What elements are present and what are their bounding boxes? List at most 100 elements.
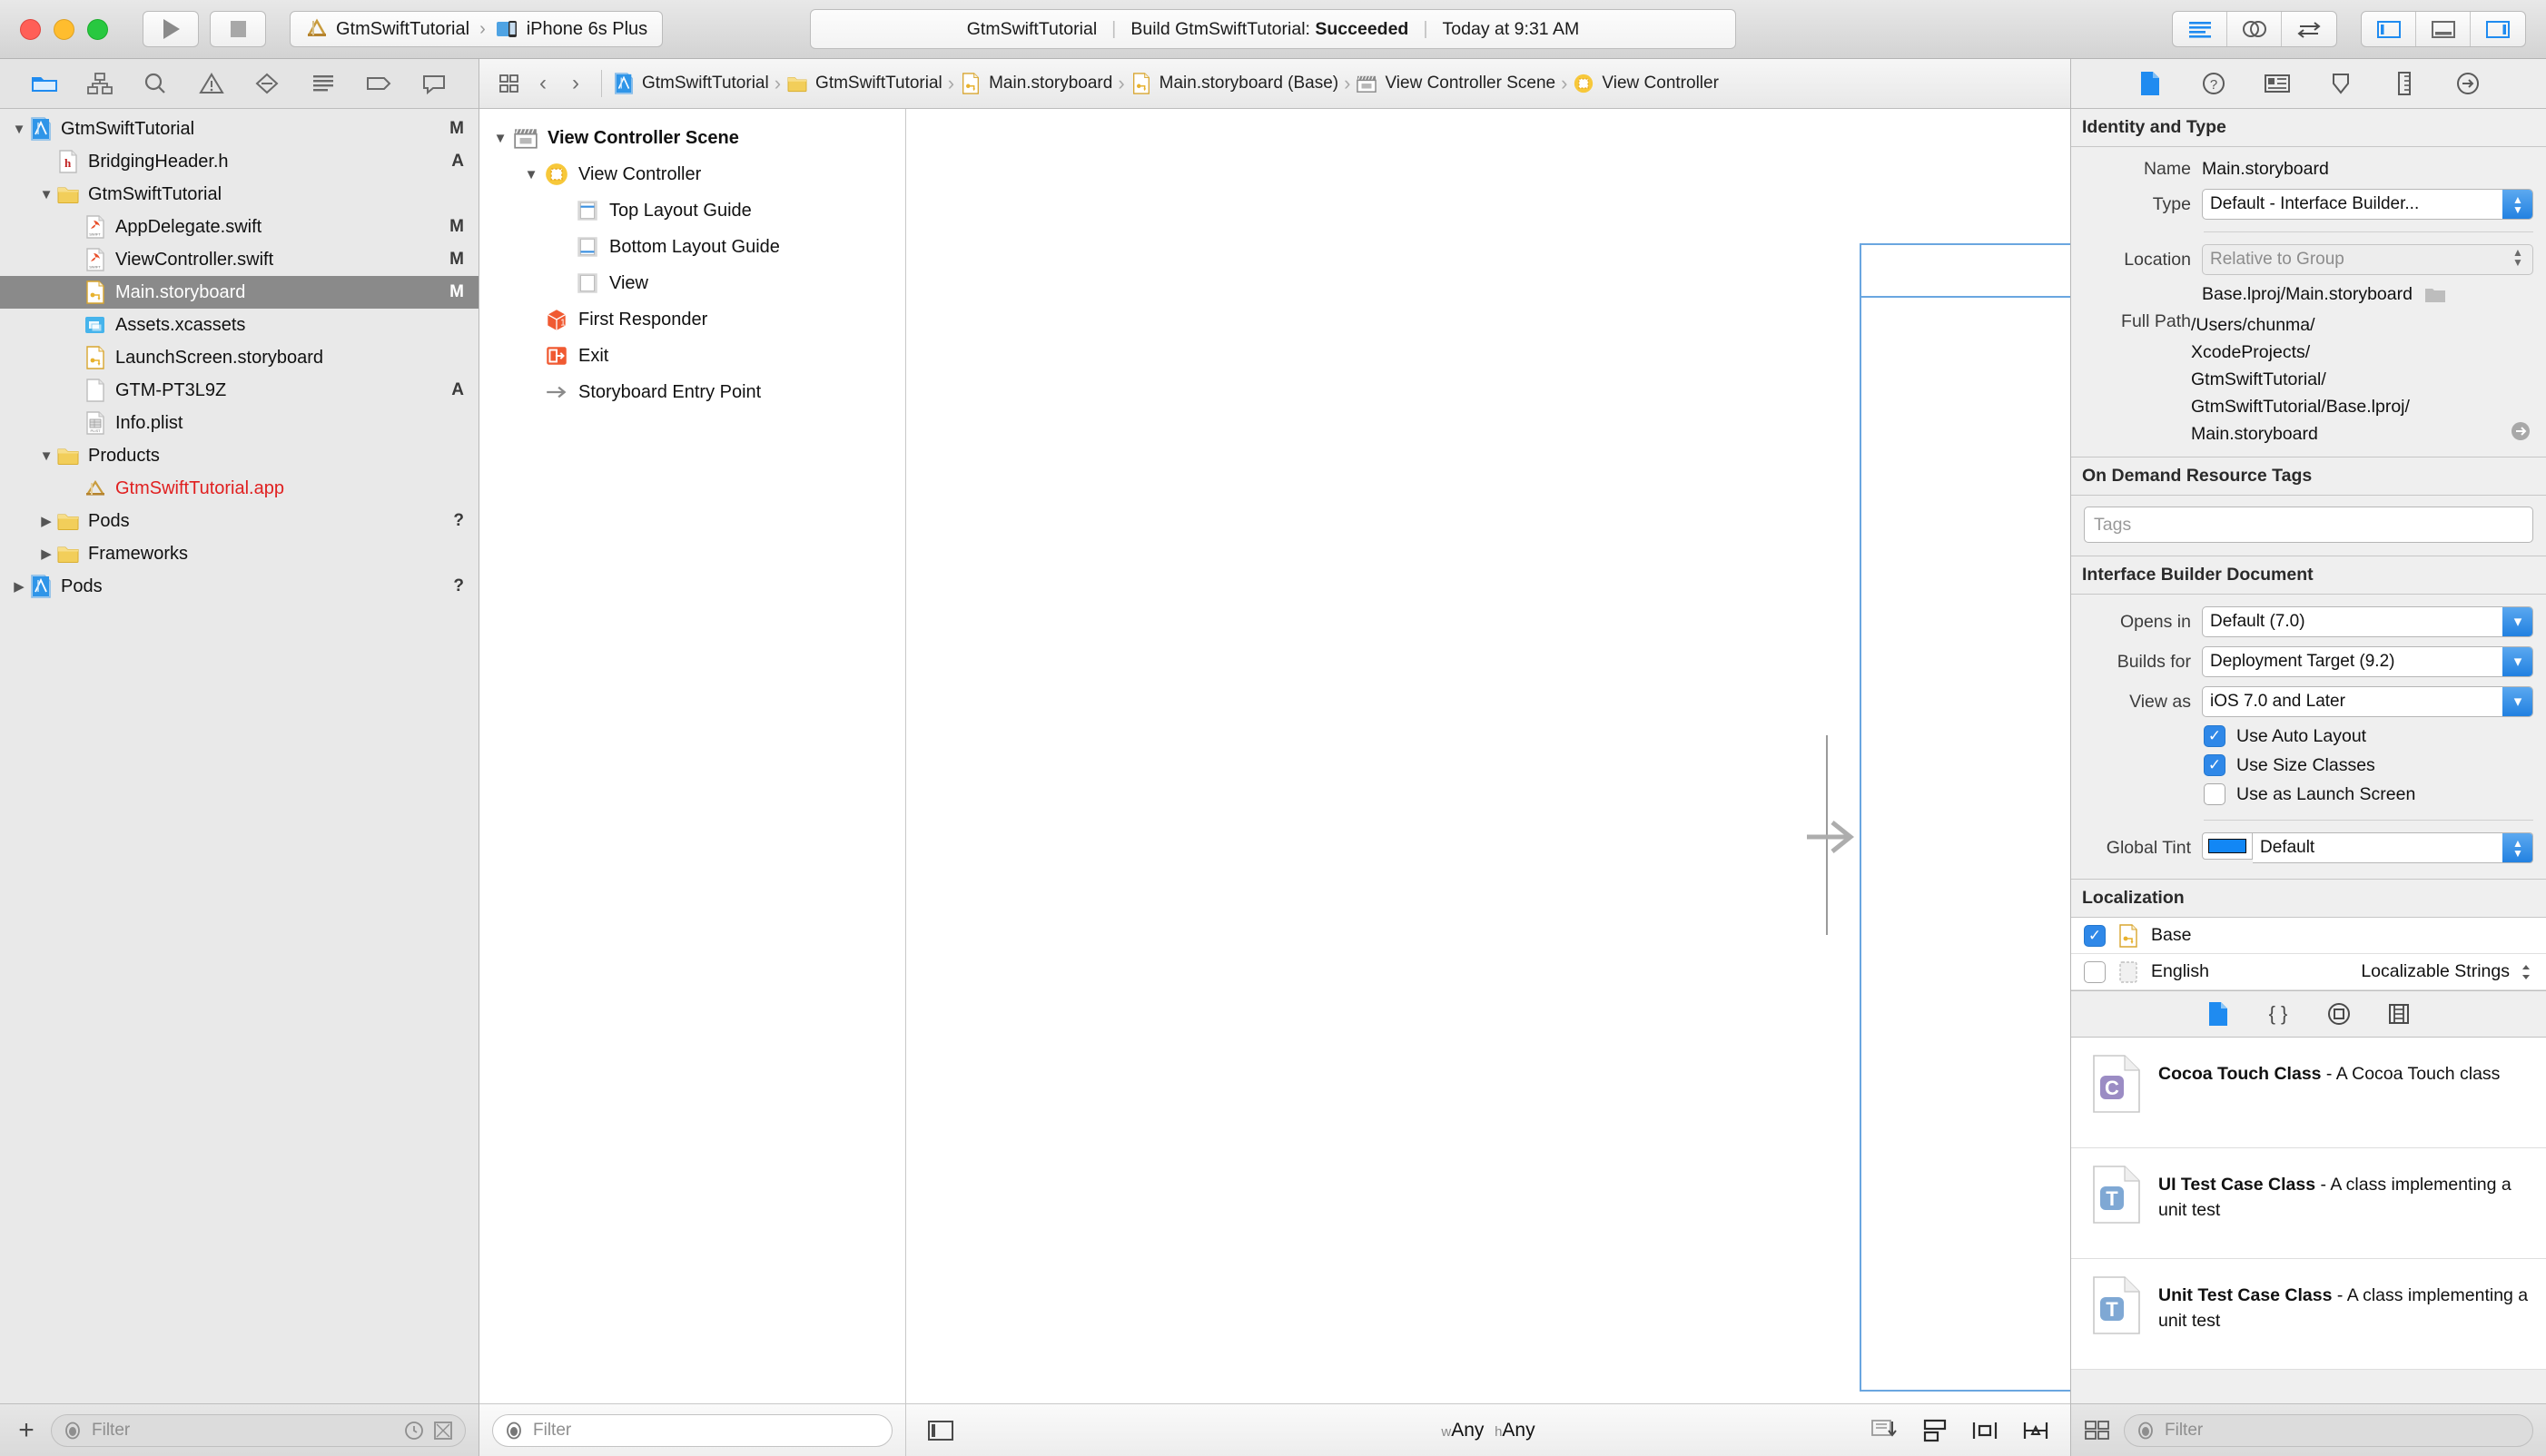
outline-row[interactable]: Storyboard Entry Point [479, 374, 905, 410]
opens-in-chevron-down-icon[interactable]: ▾ [2502, 607, 2532, 636]
file-row[interactable]: h BridgingHeader.h A [0, 145, 479, 178]
builds-for-select[interactable]: Deployment Target (9.2) ▾ [2202, 646, 2533, 677]
file-row[interactable]: ▶ Pods? [0, 570, 479, 603]
tab-media-library[interactable] [2386, 1001, 2412, 1027]
sidebar-item-issue-navigator[interactable] [193, 67, 230, 100]
library-filter-field[interactable]: Filter [2124, 1413, 2533, 1447]
checkbox[interactable]: ✓ [2204, 725, 2225, 747]
project-file-list[interactable]: ▼ GtmSwiftTutorial Mh BridgingHeader.h A ▼ Gtm… [0, 109, 479, 1403]
zoom-window-button[interactable] [87, 18, 108, 40]
disclosure-triangle-icon[interactable]: ▶ [36, 513, 56, 529]
file-row[interactable]: GtmSwiftTutorial.app [0, 472, 479, 505]
disclosure-triangle-icon[interactable]: ▼ [519, 167, 543, 182]
breadcrumb-item[interactable]: Main.storyboard (Base) [1130, 73, 1338, 94]
outline-row[interactable]: ▼ View Controller Scene [479, 120, 905, 156]
library-grid-view-icon[interactable] [2084, 1419, 2111, 1442]
breadcrumb-item[interactable]: View Controller [1573, 73, 1719, 94]
localization-checkbox[interactable]: ✓ [2084, 924, 2106, 947]
breadcrumb-item[interactable]: GtmSwiftTutorial [786, 74, 942, 93]
standard-editor-button[interactable] [2173, 12, 2227, 46]
choose-folder-icon[interactable] [2423, 285, 2447, 305]
global-tint-select[interactable]: Default ▲ ▼ [2253, 832, 2533, 863]
odr-tags-input[interactable]: Tags [2084, 507, 2533, 543]
builds-for-chevron-down-icon[interactable]: ▾ [2502, 647, 2532, 676]
reveal-in-finder-icon[interactable] [2508, 418, 2533, 444]
file-row[interactable]: SWIFT AppDelegate.swift M [0, 211, 479, 243]
close-window-button[interactable] [20, 18, 41, 40]
sidebar-item-breakpoint-navigator[interactable] [360, 67, 397, 100]
file-row[interactable]: ▼ GtmSwiftTutorial [0, 178, 479, 211]
tab-file-inspector[interactable] [2133, 68, 2167, 99]
tab-code-snippet-library[interactable]: { } [2265, 1001, 2292, 1027]
related-items-button[interactable] [494, 73, 525, 94]
toggle-utilities-button[interactable] [2471, 12, 2525, 46]
location-stepper-icon[interactable]: ▲ ▼ [2505, 247, 2531, 268]
outline-row[interactable]: ▼ View Controller [479, 156, 905, 192]
add-file-button[interactable]: + [13, 1416, 40, 1444]
type-select[interactable]: Default - Interface Builder... ▲ ▼ [2202, 189, 2533, 220]
navigate-back-button[interactable]: ‹ [528, 71, 558, 96]
stop-button[interactable] [210, 11, 266, 47]
file-row[interactable]: ▶ Pods? [0, 505, 479, 537]
stack-view-button[interactable] [1921, 1418, 1949, 1443]
tab-object-library[interactable] [2326, 1001, 2352, 1027]
disclosure-triangle-icon[interactable]: ▼ [9, 122, 29, 137]
sidebar-item-debug-navigator[interactable] [305, 67, 341, 100]
minimize-window-button[interactable] [54, 18, 74, 40]
version-editor-button[interactable] [2282, 12, 2336, 46]
outline-row[interactable]: 1 First Responder [479, 301, 905, 338]
breadcrumb-item[interactable]: Main.storyboard [960, 73, 1112, 94]
localization-checkbox[interactable] [2084, 960, 2106, 983]
tab-file-template-library[interactable] [2206, 1000, 2230, 1028]
align-button[interactable] [1970, 1418, 1999, 1443]
file-row[interactable]: ▼ GtmSwiftTutorial M [0, 113, 479, 145]
file-row[interactable]: PLIST Info.plist [0, 407, 479, 439]
breadcrumb-item[interactable]: GtmSwiftTutorial [613, 73, 769, 94]
tab-size-inspector[interactable] [2387, 68, 2422, 99]
sidebar-item-test-navigator[interactable] [249, 67, 285, 100]
storyboard-canvas[interactable]: 1 [906, 109, 2070, 1403]
outline-row[interactable]: Top Layout Guide [479, 192, 905, 229]
file-row[interactable]: ▶ Frameworks [0, 537, 479, 570]
navigator-filter-field[interactable]: Filter [51, 1413, 466, 1447]
file-row[interactable]: LaunchScreen.storyboard [0, 341, 479, 374]
sidebar-item-report-navigator[interactable] [416, 67, 452, 100]
sidebar-item-find-navigator[interactable] [137, 67, 173, 100]
tab-identity-inspector[interactable] [2260, 68, 2294, 99]
library-item-list[interactable]: C Cocoa Touch Class - A Cocoa Touch class… [2071, 1038, 2546, 1370]
opens-in-select[interactable]: Default (7.0) ▾ [2202, 606, 2533, 637]
sidebar-item-project-navigator[interactable] [26, 67, 63, 100]
source-control-filter-icon[interactable] [432, 1420, 454, 1441]
assistant-editor-button[interactable] [2227, 12, 2282, 46]
view-controller-scene-canvas[interactable]: 1 [1860, 243, 2070, 1392]
localization-row[interactable]: ✓ Base [2071, 918, 2546, 954]
global-tint-swatch[interactable] [2202, 832, 2253, 860]
disclosure-triangle-icon[interactable]: ▼ [36, 448, 56, 464]
size-class-indicator[interactable]: wAny hAny [1441, 1420, 1535, 1441]
scheme-selector[interactable]: GtmSwiftTutorial › iPhone 6s Plus [290, 11, 664, 47]
checkbox[interactable]: ✓ [2204, 754, 2225, 776]
global-tint-stepper-icon[interactable]: ▲ ▼ [2502, 833, 2532, 862]
view-as-select[interactable]: iOS 7.0 and Later ▾ [2202, 686, 2533, 717]
type-stepper-icon[interactable]: ▲ ▼ [2502, 190, 2532, 219]
view-as-chevron-down-icon[interactable]: ▾ [2502, 687, 2532, 716]
file-row[interactable]: ▼ Products [0, 439, 479, 472]
breadcrumb-item[interactable]: View Controller Scene [1356, 74, 1555, 93]
outline-row[interactable]: Exit [479, 338, 905, 374]
tab-quick-help[interactable]: ? [2196, 68, 2231, 99]
pin-button[interactable] [2021, 1418, 2050, 1443]
ib-checkbox-row[interactable]: ✓ Use Size Classes [2071, 751, 2546, 780]
stepper-icon[interactable] [2519, 962, 2533, 982]
tab-attributes-inspector[interactable] [2324, 68, 2358, 99]
run-button[interactable] [143, 11, 199, 47]
sidebar-item-symbol-navigator[interactable] [82, 67, 118, 100]
navigate-forward-button[interactable]: › [561, 71, 590, 96]
file-row[interactable]: Main.storyboard M [0, 276, 479, 309]
file-row[interactable]: GTM-PT3L9Z A [0, 374, 479, 407]
localization-type[interactable]: Localizable Strings [2361, 961, 2533, 982]
toggle-navigator-button[interactable] [2362, 12, 2416, 46]
disclosure-triangle-icon[interactable]: ▶ [36, 546, 56, 562]
location-select[interactable]: Relative to Group ▲ ▼ [2202, 244, 2533, 275]
library-item[interactable]: T Unit Test Case Class - A class implemen… [2071, 1259, 2546, 1370]
library-item[interactable]: T UI Test Case Class - A class implementi… [2071, 1148, 2546, 1259]
